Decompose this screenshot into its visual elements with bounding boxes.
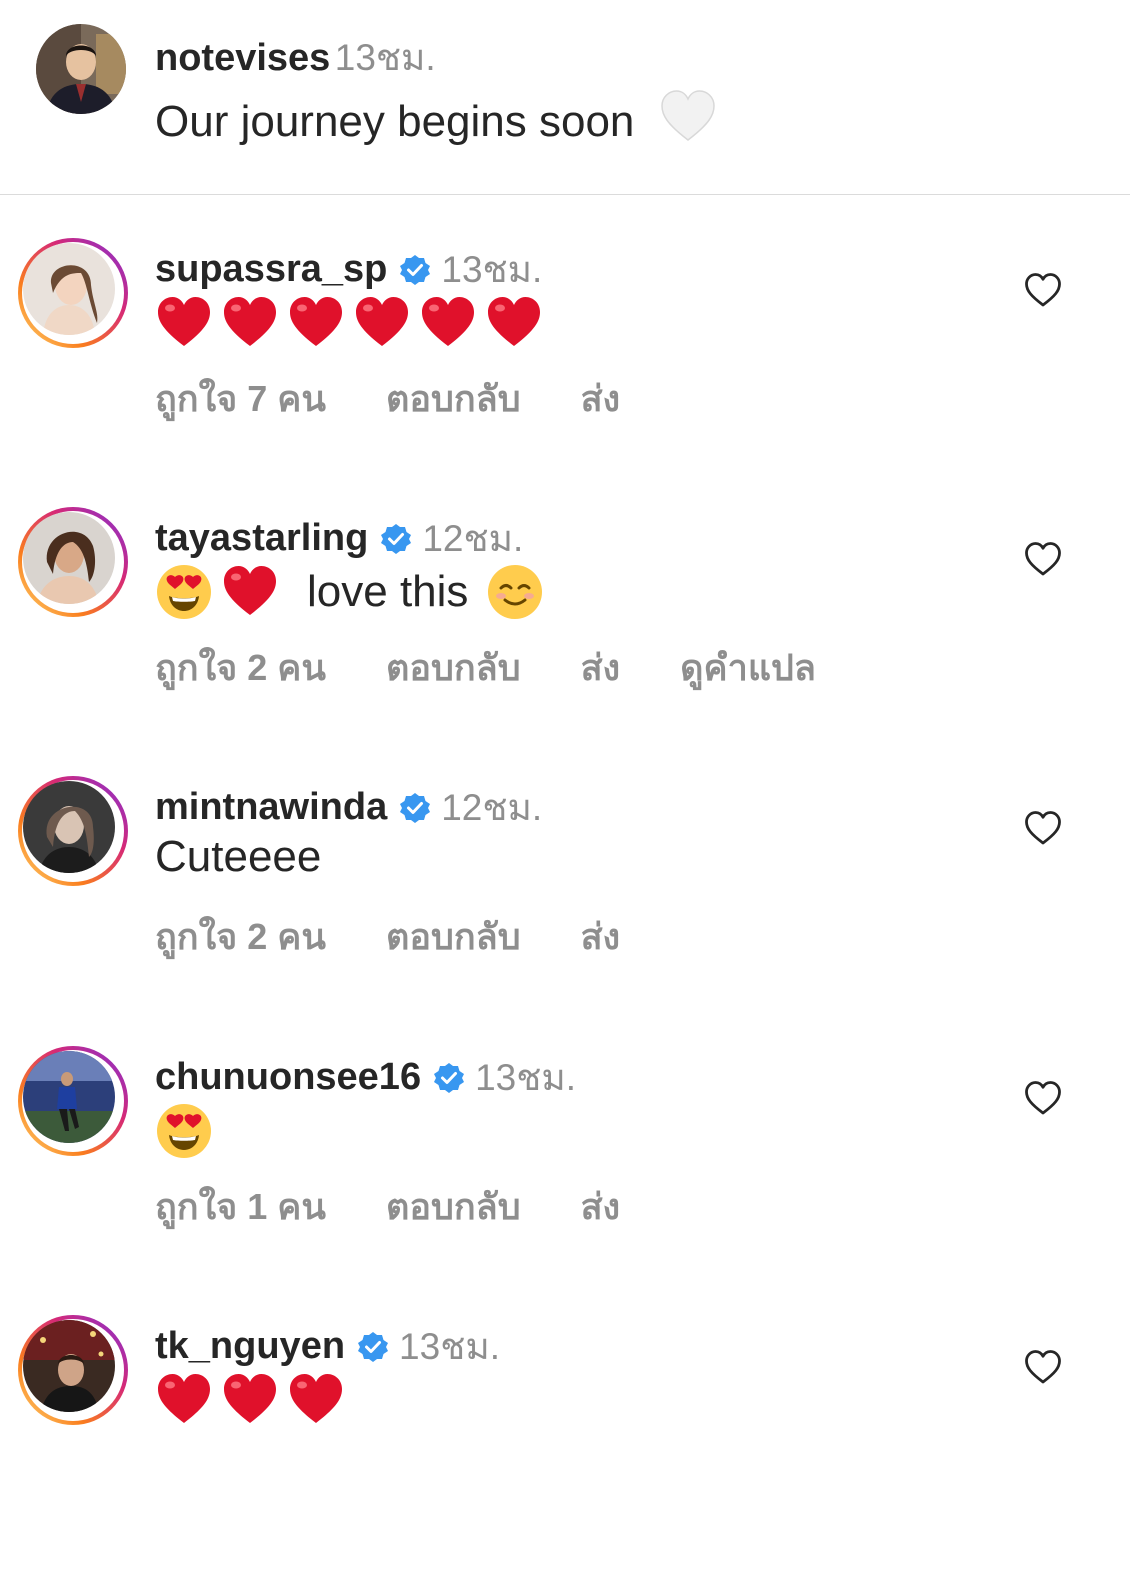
comment-actions: ถูกใจ 2 คน ตอบกลับ ส่ง ดูคำแปล [155, 639, 866, 696]
verified-badge-icon [380, 523, 412, 555]
timestamp: 12ชม. [441, 787, 543, 828]
red-heart-icon [221, 563, 279, 621]
verified-badge-icon [399, 254, 431, 286]
timestamp: 12ชม. [422, 518, 524, 559]
timestamp: 13ชม. [399, 1326, 500, 1367]
comment-text: Cuteeee [155, 832, 322, 881]
comment-header: chunuonsee16 13ชม. [155, 1048, 576, 1107]
like-heart-icon[interactable] [1024, 1080, 1062, 1116]
avatar-story-ring[interactable] [18, 1046, 128, 1156]
username[interactable]: tayastarling [155, 517, 368, 560]
like-heart-icon[interactable] [1024, 272, 1062, 308]
comment-header: mintnawinda 12ชม. [155, 778, 542, 837]
likes-count-link[interactable]: ถูกใจ 2 คน [155, 916, 326, 957]
username[interactable]: mintnawinda [155, 786, 387, 829]
avatar [23, 781, 115, 873]
comment: supassra_sp 13ชม. ถูกใจ 7 คน ตอบกลับ ส่ง [0, 238, 1130, 507]
comment-header: supassra_sp 13ชม. [155, 240, 542, 299]
avatar[interactable] [36, 24, 126, 114]
avatar-story-ring[interactable] [18, 238, 128, 348]
smiling-face-icon [486, 563, 544, 621]
comment-body: Cuteeee [155, 832, 321, 882]
username[interactable]: notevises [155, 37, 330, 79]
avatar [23, 512, 115, 604]
send-button[interactable]: ส่ง [581, 916, 621, 957]
likes-count-link[interactable]: ถูกใจ 1 คน [155, 1186, 326, 1227]
avatar-story-ring[interactable] [18, 776, 128, 886]
comment-header: tk_nguyen 13ชม. [155, 1317, 500, 1376]
like-heart-icon[interactable] [1024, 541, 1062, 577]
avatar-story-ring[interactable] [18, 1315, 128, 1425]
red-heart-icon [155, 1371, 213, 1429]
comment-text: love this [307, 567, 469, 616]
like-heart-icon[interactable] [1024, 1349, 1062, 1385]
username[interactable]: chunuonsee16 [155, 1056, 421, 1099]
comment-body [155, 1371, 353, 1429]
see-translation-button[interactable]: ดูคำแปล [680, 647, 816, 688]
verified-badge-icon [399, 792, 431, 824]
comment: chunuonsee16 13ชม. ถูกใจ 1 คน ตอบกลับ ส่… [0, 1046, 1130, 1315]
comment-body [155, 294, 551, 352]
reply-button[interactable]: ตอบกลับ [386, 647, 521, 688]
comment-header: tayastarling 12ชม. [155, 509, 523, 568]
caption-body: Our journey begins soon [155, 97, 635, 146]
timestamp: 13ชม. [334, 37, 436, 78]
timestamp: 13ชม. [475, 1057, 577, 1098]
likes-count-link[interactable]: ถูกใจ 7 คน [155, 378, 326, 419]
heart-eyes-icon [155, 563, 213, 621]
send-button[interactable]: ส่ง [581, 378, 621, 419]
avatar-story-ring[interactable] [18, 507, 128, 617]
red-heart-icon [419, 294, 477, 352]
red-heart-icon [485, 294, 543, 352]
avatar [23, 1320, 115, 1412]
reply-button[interactable]: ตอบกลับ [386, 1186, 521, 1227]
red-heart-icon [221, 1371, 279, 1429]
avatar [23, 243, 115, 335]
comment-body: love this [155, 563, 552, 621]
reply-button[interactable]: ตอบกลับ [386, 378, 521, 419]
heart-eyes-icon [155, 1102, 213, 1160]
avatar [23, 1051, 115, 1143]
caption-text: Our journey begins soon [155, 88, 725, 147]
timestamp: 13ชม. [441, 249, 543, 290]
verified-badge-icon [433, 1062, 465, 1094]
send-button[interactable]: ส่ง [581, 647, 621, 688]
likes-count-link[interactable]: ถูกใจ 2 คน [155, 647, 326, 688]
send-button[interactable]: ส่ง [581, 1186, 621, 1227]
comment: tayastarling 12ชม. love this ถูกใจ 2 คน … [0, 507, 1130, 776]
red-heart-icon [353, 294, 411, 352]
red-heart-icon [221, 294, 279, 352]
reply-button[interactable]: ตอบกลับ [386, 916, 521, 957]
red-heart-icon [287, 294, 345, 352]
red-heart-icon [287, 1371, 345, 1429]
white-heart-icon [659, 88, 717, 146]
comment-body [155, 1102, 221, 1160]
comment: mintnawinda 12ชม. Cuteeee ถูกใจ 2 คน ตอบ… [0, 776, 1130, 1045]
verified-badge-icon [357, 1331, 389, 1363]
caption-header: notevises 13ชม. [155, 28, 436, 87]
comment-actions: ถูกใจ 1 คน ตอบกลับ ส่ง [155, 1178, 670, 1235]
red-heart-icon [155, 294, 213, 352]
comment-actions: ถูกใจ 2 คน ตอบกลับ ส่ง [155, 908, 670, 965]
post-caption: notevises 13ชม. Our journey begins soon [0, 0, 1130, 195]
username[interactable]: tk_nguyen [155, 1325, 345, 1368]
comment-actions: ถูกใจ 7 คน ตอบกลับ ส่ง [155, 370, 670, 427]
like-heart-icon[interactable] [1024, 810, 1062, 846]
username[interactable]: supassra_sp [155, 248, 387, 291]
